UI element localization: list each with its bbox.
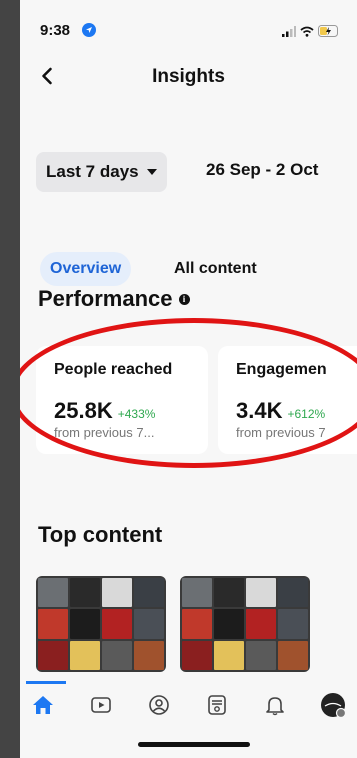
status-icons [282,24,340,38]
thumbnail-tile [134,640,164,670]
date-range-text: 26 Sep - 2 Oct [206,160,319,179]
thumbnail-tile [246,578,276,608]
signal-icon [282,25,296,37]
thumbnail-tile [134,609,164,639]
home-icon[interactable] [28,690,58,720]
thumbnail-tile [214,578,244,608]
thumbnail-tile [70,609,100,639]
page-title: Insights [152,66,225,87]
performance-heading: Performance i [38,286,190,312]
phone-screen: 9:38 Insights Last 7 days 26 Sep - 2 Oct… [20,0,357,758]
bell-icon[interactable] [260,690,290,720]
status-time: 9:38 [40,22,71,39]
thumbnail-tile [134,578,164,608]
thumbnail-tile [182,640,212,670]
video-icon[interactable] [86,690,116,720]
tab-all-content[interactable]: All content [174,252,257,286]
battery-icon [318,25,338,37]
thumbnail-tile [246,640,276,670]
thumbnail-tile [102,578,132,608]
info-icon[interactable]: i [178,293,190,305]
top-content-title: Top content [38,522,163,547]
thumbnail-tile [102,640,132,670]
profile-icon[interactable] [144,690,174,720]
avatar[interactable] [318,690,348,720]
thumbnail-tile [38,640,68,670]
top-content-thumbnail[interactable] [180,576,310,672]
annotation-red-ellipse [20,318,357,468]
bottom-nav [20,690,357,734]
thumbnail-tile [70,578,100,608]
top-content-thumbnail[interactable] [36,576,166,672]
caret-down-icon [146,169,157,175]
date-range-dropdown-label: Last 7 days [46,162,139,181]
thumbnail-tile [278,578,308,608]
date-range-dropdown[interactable]: Last 7 days [36,152,167,192]
thumbnail-tile [246,609,276,639]
thumbnail-tile [214,609,244,639]
thumbnail-tile [102,609,132,639]
thumbnail-tile [182,578,212,608]
thumbnail-tile [214,640,244,670]
home-indicator [138,742,250,747]
wifi-icon [300,26,314,37]
thumbnail-tile [278,640,308,670]
thumbnail-tile [278,609,308,639]
thumbnail-tile [182,609,212,639]
performance-title: Performance [38,286,173,311]
tab-overview[interactable]: Overview [40,252,132,286]
active-tab-indicator [26,681,66,684]
thumbnail-tile [70,640,100,670]
location-icon [82,23,96,37]
feed-icon[interactable] [202,690,232,720]
thumbnail-tile [38,609,68,639]
thumbnail-tile [38,578,68,608]
